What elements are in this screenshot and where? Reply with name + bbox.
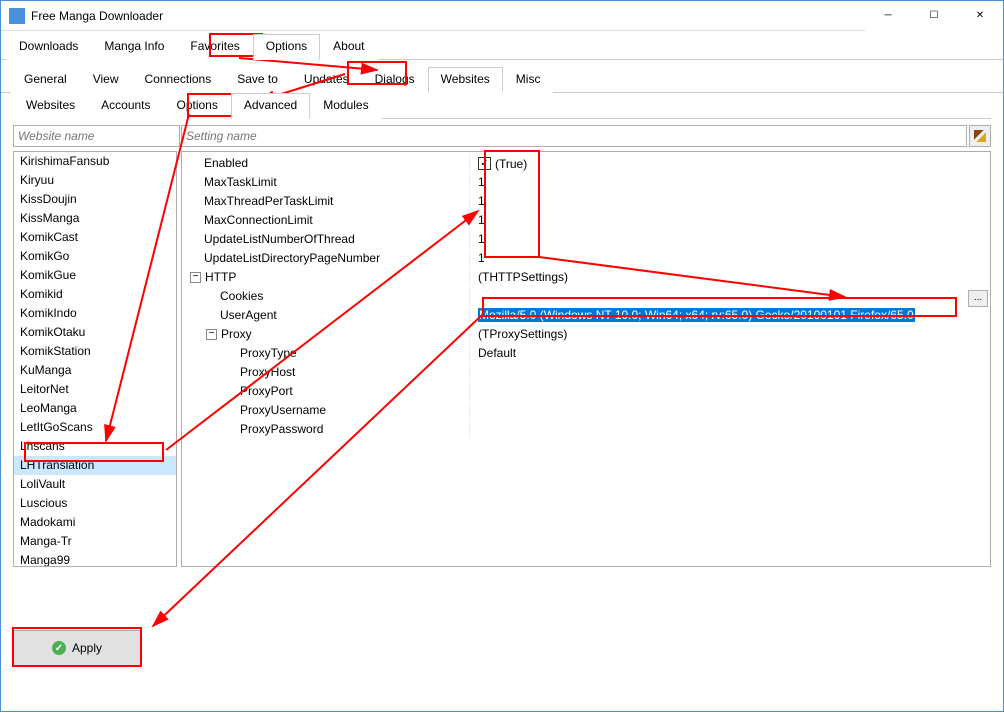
setting-key[interactable]: ProxyType bbox=[184, 345, 470, 362]
website-item[interactable]: LHTranslation bbox=[14, 456, 176, 475]
setting-key[interactable]: Enabled bbox=[184, 154, 470, 172]
setting-value[interactable]: Default bbox=[472, 345, 988, 362]
titlebar: Free Manga Downloader ─ ☐ ✕ bbox=[1, 1, 1003, 31]
setting-value[interactable] bbox=[472, 383, 988, 400]
website-item[interactable]: LeoManga bbox=[14, 399, 176, 418]
website-item[interactable]: Manga-Tr bbox=[14, 532, 176, 551]
setting-value: (THTTPSettings) bbox=[472, 269, 988, 286]
minimize-button[interactable]: ─ bbox=[865, 1, 911, 31]
options-tabs: GeneralViewConnectionsSave toUpdatesDial… bbox=[1, 66, 1003, 93]
website-item[interactable]: KomikIndo bbox=[14, 304, 176, 323]
window-title: Free Manga Downloader bbox=[31, 9, 865, 23]
website-item[interactable]: KomikOtaku bbox=[14, 323, 176, 342]
website-filter-input[interactable] bbox=[13, 125, 180, 147]
setting-value[interactable]: 1 bbox=[472, 174, 988, 191]
setting-key[interactable]: UpdateListNumberOfThread bbox=[184, 231, 470, 248]
website-item[interactable]: Manga99 bbox=[14, 551, 176, 567]
main-tabs: DownloadsManga InfoFavoritesOptionsAbout bbox=[1, 33, 1003, 60]
setting-key[interactable]: MaxConnectionLimit bbox=[184, 212, 470, 229]
setting-key[interactable]: MaxTaskLimit bbox=[184, 174, 470, 191]
brush-icon bbox=[974, 130, 986, 142]
setting-value[interactable]: ✓(True) bbox=[472, 154, 988, 172]
websites-subtab-options[interactable]: Options bbox=[164, 93, 231, 119]
website-item[interactable]: Komikid bbox=[14, 285, 176, 304]
setting-key[interactable]: ProxyHost bbox=[184, 364, 470, 381]
setting-key[interactable]: ProxyPassword bbox=[184, 421, 470, 438]
websites-subtab-websites[interactable]: Websites bbox=[13, 93, 88, 119]
tab-about[interactable]: About bbox=[320, 34, 377, 60]
website-item[interactable]: Lhscans bbox=[14, 437, 176, 456]
options-tab-general[interactable]: General bbox=[11, 67, 80, 93]
setting-group[interactable]: −Proxy bbox=[184, 326, 470, 343]
options-tab-connections[interactable]: Connections bbox=[132, 67, 225, 93]
setting-key[interactable]: Cookies bbox=[184, 288, 470, 305]
setting-value[interactable] bbox=[472, 364, 988, 381]
maximize-button[interactable]: ☐ bbox=[911, 1, 957, 31]
websites-subtab-advanced[interactable]: Advanced bbox=[231, 93, 310, 119]
website-list[interactable]: KirishimaFansubKiryuuKissDoujinKissManga… bbox=[13, 151, 177, 567]
website-item[interactable]: Madokami bbox=[14, 513, 176, 532]
setting-key[interactable]: ProxyUsername bbox=[184, 402, 470, 419]
website-item[interactable]: KomikStation bbox=[14, 342, 176, 361]
settings-panel: Enabled ✓(True) MaxTaskLimit 1 MaxThread… bbox=[181, 151, 991, 567]
website-item[interactable]: KomikGo bbox=[14, 247, 176, 266]
setting-filter-clear-button[interactable] bbox=[969, 125, 991, 147]
setting-value[interactable] bbox=[472, 402, 988, 419]
setting-value[interactable]: 1 bbox=[472, 231, 988, 248]
window-controls: ─ ☐ ✕ bbox=[865, 1, 1003, 31]
website-item[interactable]: KissManga bbox=[14, 209, 176, 228]
options-tab-misc[interactable]: Misc bbox=[503, 67, 554, 93]
options-tab-save-to[interactable]: Save to bbox=[224, 67, 291, 93]
website-item[interactable]: KirishimaFansub bbox=[14, 152, 176, 171]
website-item[interactable]: Kiryuu bbox=[14, 171, 176, 190]
setting-value[interactable] bbox=[472, 421, 988, 438]
setting-key[interactable]: UpdateListDirectoryPageNumber bbox=[184, 250, 470, 267]
setting-value[interactable] bbox=[472, 288, 988, 305]
setting-value: (TProxySettings) bbox=[472, 326, 988, 343]
app-icon bbox=[9, 8, 25, 24]
edit-value-button[interactable]: ... bbox=[968, 290, 988, 307]
apply-label: Apply bbox=[72, 641, 102, 655]
setting-value[interactable]: 1 bbox=[472, 193, 988, 210]
setting-filter-input[interactable] bbox=[181, 125, 967, 147]
tab-manga-info[interactable]: Manga Info bbox=[91, 34, 177, 60]
options-tab-updates[interactable]: Updates bbox=[291, 67, 362, 93]
collapse-icon[interactable]: − bbox=[190, 272, 201, 283]
websites-subtab-modules[interactable]: Modules bbox=[310, 93, 381, 119]
settings-grid: Enabled ✓(True) MaxTaskLimit 1 MaxThread… bbox=[182, 152, 990, 440]
collapse-icon[interactable]: − bbox=[206, 329, 217, 340]
check-icon: ✓ bbox=[52, 641, 66, 655]
website-item[interactable]: LetItGoScans bbox=[14, 418, 176, 437]
websites-subtabs: WebsitesAccountsOptionsAdvancedModules bbox=[13, 92, 991, 119]
tab-downloads[interactable]: Downloads bbox=[6, 34, 91, 60]
tab-options[interactable]: Options bbox=[253, 34, 320, 60]
website-item[interactable]: LeitorNet bbox=[14, 380, 176, 399]
setting-value[interactable]: Mozilla/5.0 (Windows NT 10.0; Win64; x64… bbox=[472, 307, 988, 324]
setting-value[interactable]: 1 bbox=[472, 212, 988, 229]
setting-value[interactable]: 1 bbox=[472, 250, 988, 267]
apply-button[interactable]: ✓ Apply bbox=[13, 630, 141, 666]
options-tab-websites[interactable]: Websites bbox=[428, 67, 503, 93]
websites-subtab-accounts[interactable]: Accounts bbox=[88, 93, 163, 119]
website-item[interactable]: KomikGue bbox=[14, 266, 176, 285]
close-button[interactable]: ✕ bbox=[957, 1, 1003, 31]
options-tab-dialogs[interactable]: Dialogs bbox=[362, 67, 428, 93]
tab-favorites[interactable]: Favorites bbox=[177, 34, 252, 60]
options-tab-view[interactable]: View bbox=[80, 67, 132, 93]
website-item[interactable]: LoliVault bbox=[14, 475, 176, 494]
checkbox-icon[interactable]: ✓ bbox=[478, 157, 491, 170]
setting-key[interactable]: MaxThreadPerTaskLimit bbox=[184, 193, 470, 210]
setting-group[interactable]: −HTTP bbox=[184, 269, 470, 286]
website-item[interactable]: KomikCast bbox=[14, 228, 176, 247]
setting-key[interactable]: UserAgent bbox=[184, 307, 470, 324]
website-item[interactable]: KissDoujin bbox=[14, 190, 176, 209]
website-item[interactable]: Luscious bbox=[14, 494, 176, 513]
setting-key[interactable]: ProxyPort bbox=[184, 383, 470, 400]
website-item[interactable]: KuManga bbox=[14, 361, 176, 380]
